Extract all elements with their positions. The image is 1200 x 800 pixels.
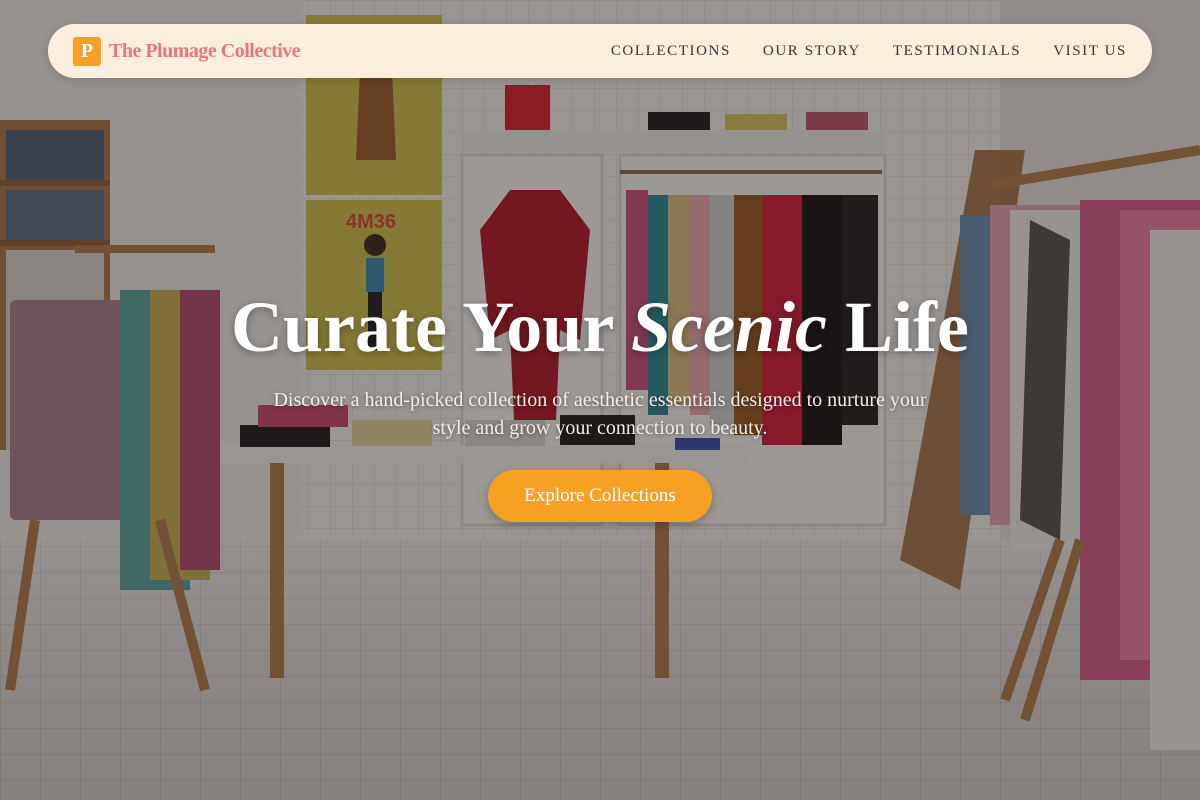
top-navbar: P The Plumage Collective COLLECTIONS OUR… [48,24,1152,78]
hero-title: Curate Your Scenic Life [0,285,1200,369]
nav-link-collections[interactable]: COLLECTIONS [611,43,731,60]
nav-link-visit-us[interactable]: VISIT US [1053,43,1127,60]
hero-title-start: Curate Your [231,287,632,367]
hero-title-emphasis: Scenic [631,287,827,367]
nav-link-testimonials[interactable]: TESTIMONIALS [893,43,1021,60]
brand-home-link[interactable]: P The Plumage Collective [73,36,301,66]
hero-subtitle: Discover a hand-picked collection of aes… [273,389,927,439]
hero-title-end: Life [826,287,969,367]
nav-link-our-story[interactable]: OUR STORY [763,43,861,60]
explore-collections-button[interactable]: Explore Collections [488,470,712,522]
logo-icon: P [73,36,101,66]
nav-links: COLLECTIONS OUR STORY TESTIMONIALS VISIT… [611,43,1127,60]
brand-name: The Plumage Collective [109,39,301,62]
